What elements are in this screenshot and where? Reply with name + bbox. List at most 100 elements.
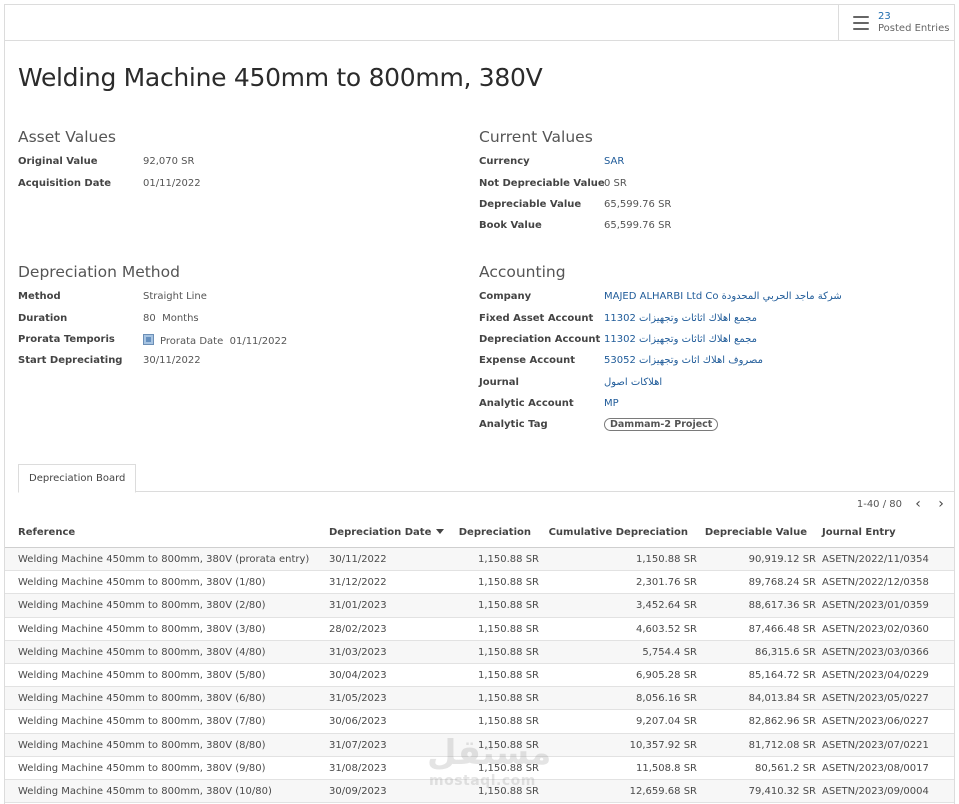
posted-entries-label: Posted Entries [878,23,950,34]
cell-depreciation: 1,150.88 SR [477,646,539,658]
cell-cumulative: 9,207.04 SR [635,716,697,728]
table-row[interactable]: Welding Machine 450mm to 800mm, 380V (7/… [5,710,954,734]
button-box: 23 Posted Entries [5,5,954,41]
column-depreciation-date[interactable]: Depreciation Date [329,527,445,538]
table-row[interactable]: Welding Machine 450mm to 800mm, 380V (4/… [5,640,954,664]
cell-depreciation: 1,150.88 SR [477,554,539,565]
prorata-checkbox[interactable] [143,334,154,345]
table-row[interactable]: Welding Machine 450mm to 800mm, 380V (pr… [5,548,954,572]
cell-reference: Welding Machine 450mm to 800mm, 380V (3/… [18,623,266,635]
accounting-heading: Accounting [479,263,566,281]
cell-depreciation: 1,150.88 SR [477,600,539,612]
method-value: Straight Line [143,291,207,302]
chevron-left-icon[interactable]: ‹ [911,496,925,512]
table-header: Reference Depreciation Date Depreciation… [5,518,954,548]
depreciation-account-link[interactable]: 11302 مجمع اهلاك اثاثات وتجهيزات [604,334,757,345]
posted-entries-text: 23 Posted Entries [878,11,949,35]
column-depreciation[interactable]: Depreciation [459,527,531,538]
fixed-asset-account-link[interactable]: 11302 مجمع اهلاك اثاثات وتجهيزات [604,313,757,324]
table-row[interactable]: Welding Machine 450mm to 800mm, 380V (6/… [5,687,954,711]
analytic-tag-label: Analytic Tag [479,419,548,430]
not-depreciable-label: Not Depreciable Value [479,178,605,189]
cell-depreciation: 1,150.88 SR [477,693,539,705]
table-row[interactable]: Welding Machine 450mm to 800mm, 380V (5/… [5,664,954,688]
cell-date: 31/08/2023 [329,762,387,774]
depreciable-value-label: Depreciable Value [479,199,582,210]
cell-journal-entry: ASETN/2023/02/0360 [822,623,929,635]
cell-date: 31/07/2023 [329,739,387,751]
analytic-tag-badge[interactable]: Dammam-2 Project [604,418,719,431]
cell-depreciation: 1,150.88 SR [477,669,539,681]
cell-depreciable: 90,919.12 SR [748,554,816,565]
tab-depreciation-board[interactable]: Depreciation Board [18,464,137,493]
cell-depreciation: 1,150.88 SR [477,623,539,635]
sort-descending-icon [436,529,445,534]
cell-depreciable: 89,768.24 SR [748,577,816,589]
cell-journal-entry: ASETN/2023/05/0227 [822,693,929,705]
duration-value: 80 Months [143,313,199,324]
list-icon [853,16,869,30]
asset-values-heading: Asset Values [18,128,116,146]
cell-cumulative: 12,659.68 SR [629,785,697,797]
cell-cumulative: 4,603.52 SR [635,623,697,635]
cell-reference: Welding Machine 450mm to 800mm, 380V (9/… [18,762,266,774]
cell-reference: Welding Machine 450mm to 800mm, 380V (7/… [18,716,266,728]
cell-cumulative: 1,150.88 SR [635,554,697,565]
cell-journal-entry: ASETN/2023/06/0227 [822,716,929,728]
cell-date: 31/01/2023 [329,600,387,612]
form-sheet: 23 Posted Entries Welding Machine 450mm … [4,4,955,804]
column-depreciable-value[interactable]: Depreciable Value [705,527,807,538]
journal-link[interactable]: اهلاكات اصول [604,377,662,388]
cell-journal-entry: ASETN/2023/09/0004 [822,785,929,797]
method-label: Method [18,291,61,302]
duration-unit: Months [162,313,199,324]
cell-cumulative: 5,754.4 SR [642,646,697,658]
expense-account-label: Expense Account [479,355,576,366]
cell-journal-entry: ASETN/2023/03/0366 [822,646,929,658]
cell-reference: Welding Machine 450mm to 800mm, 380V (2/… [18,600,266,612]
table-row[interactable]: Welding Machine 450mm to 800mm, 380V (10… [5,779,954,804]
cell-date: 28/02/2023 [329,623,387,635]
column-reference[interactable]: Reference [18,527,75,538]
prorata-date: 01/11/2022 [229,336,288,347]
cell-depreciation: 1,150.88 SR [477,762,539,774]
cell-depreciation: 1,150.88 SR [477,716,539,728]
depreciation-account-label: Depreciation Account [479,334,601,345]
table-row[interactable]: Welding Machine 450mm to 800mm, 380V (3/… [5,618,954,641]
cell-date: 31/12/2022 [329,577,387,589]
analytic-account-label: Analytic Account [479,398,574,409]
table-row[interactable]: Welding Machine 450mm to 800mm, 380V (9/… [5,757,954,780]
cell-depreciable: 88,617.36 SR [748,600,816,612]
table-row[interactable]: Welding Machine 450mm to 800mm, 380V (8/… [5,733,954,757]
analytic-account-link[interactable]: MP [604,398,619,409]
pager: 1-40 / 80 ‹ › [857,496,948,512]
cell-date: 30/09/2023 [329,785,387,797]
cell-cumulative: 6,905.28 SR [635,669,697,681]
cell-cumulative: 2,301.76 SR [635,577,697,589]
cell-date: 31/03/2023 [329,646,387,658]
start-depreciating-value: 30/11/2022 [143,355,201,366]
expense-account-link[interactable]: 53052 مصروف اهلاك اثاث وتجهيزات [604,355,763,366]
cell-journal-entry: ASETN/2023/07/0221 [822,739,929,751]
pager-value[interactable]: 1-40 / 80 [857,499,902,510]
prorata-temporis-value: Prorata Date 01/11/2022 [143,334,287,347]
cell-journal-entry: ASETN/2022/11/0354 [822,554,929,565]
currency-link[interactable]: SAR [604,156,624,167]
posted-entries-button[interactable]: 23 Posted Entries [838,5,954,41]
cell-reference: Welding Machine 450mm to 800mm, 380V (4/… [18,646,266,658]
cell-reference: Welding Machine 450mm to 800mm, 380V (10… [18,785,272,797]
journal-label: Journal [479,377,519,388]
company-link[interactable]: MAJED ALHARBI Ltd Co شركة ماجد الحربي ال… [604,291,842,302]
not-depreciable-value: 0 SR [604,178,627,189]
cell-cumulative: 11,508.8 SR [635,762,697,774]
cell-depreciation: 1,150.88 SR [477,577,539,589]
column-cumulative-depreciation[interactable]: Cumulative Depreciation [549,527,688,538]
original-value: 92,070 SR [143,156,195,167]
prorata-temporis-label: Prorata Temporis [18,334,115,345]
table-row[interactable]: Welding Machine 450mm to 800mm, 380V (1/… [5,571,954,595]
column-journal-entry[interactable]: Journal Entry [822,527,896,538]
table-row[interactable]: Welding Machine 450mm to 800mm, 380V (2/… [5,594,954,618]
original-value-label: Original Value [18,156,98,167]
cell-depreciable: 79,410.32 SR [748,785,816,797]
chevron-right-icon[interactable]: › [934,496,948,512]
